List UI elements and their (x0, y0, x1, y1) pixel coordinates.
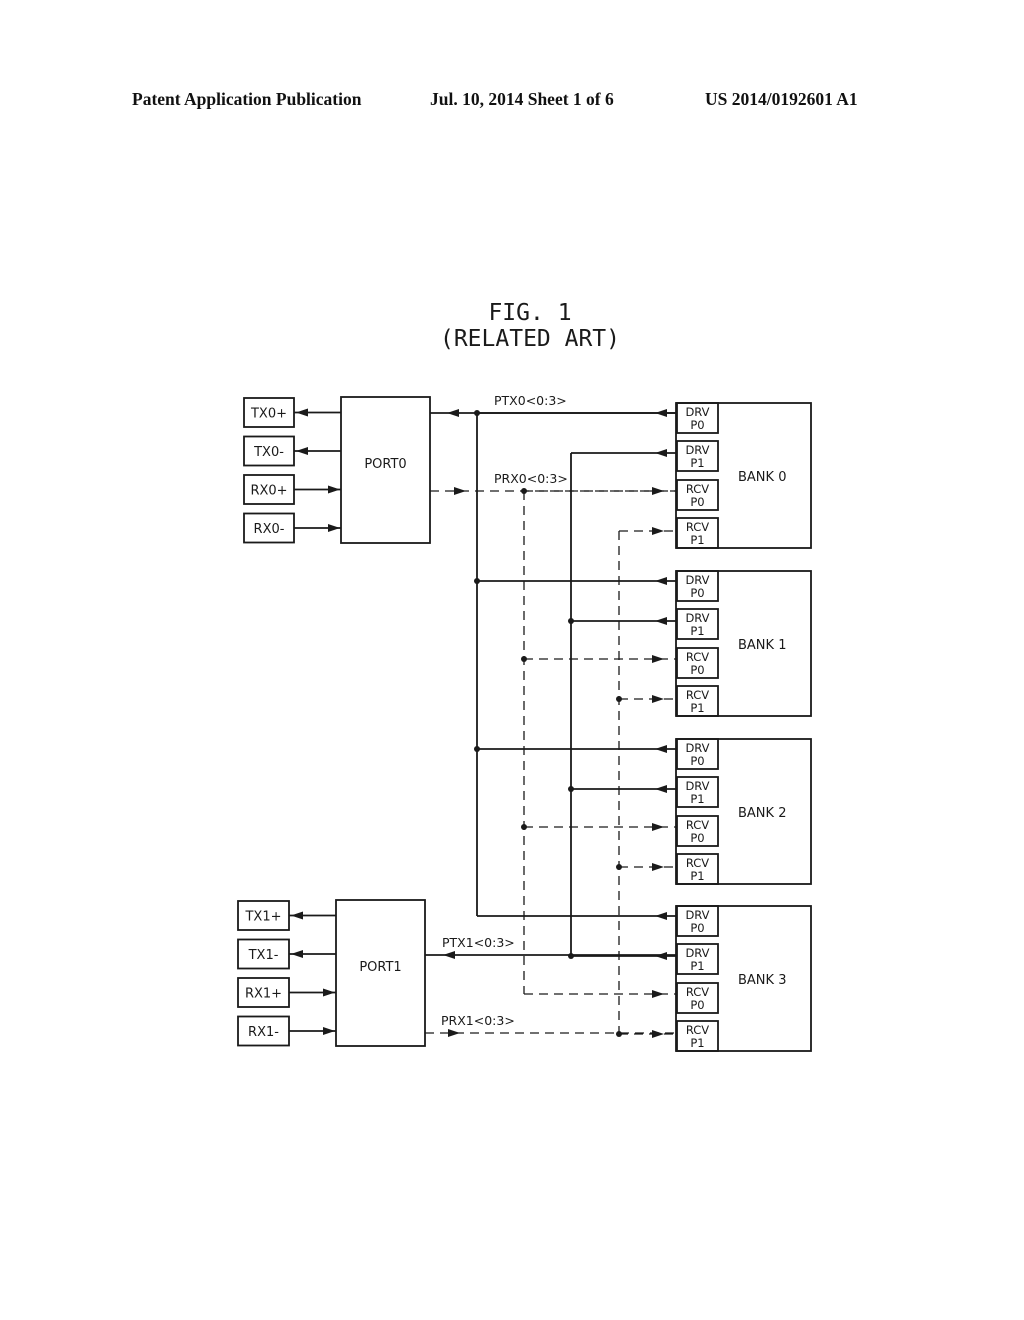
bank1-unit-type-1: DRV (685, 611, 709, 625)
bank0-unit-type-3: RCV (686, 520, 709, 534)
port1-label: PORT1 (359, 960, 401, 975)
bank2-unit-port-1: P1 (690, 792, 704, 806)
bank3-label: BANK 3 (738, 973, 786, 988)
bank2-unit-arrow-1 (655, 785, 667, 793)
bank3-unit-port-0: P0 (690, 921, 704, 935)
port1-pin-label-1: TX1- (248, 948, 279, 963)
bank0-unit-type-0: DRV (685, 405, 709, 419)
bank0-label: BANK 0 (738, 470, 786, 485)
port0-tx-pin-arrow-1 (296, 447, 308, 455)
bank2-unit-port-2: P0 (690, 831, 704, 845)
bank1-unit-type-3: RCV (686, 688, 709, 702)
bank2-unit-type-3: RCV (686, 856, 709, 870)
bank3-unit-port-3: P1 (690, 1036, 704, 1050)
bank1-unit-arrow-1 (655, 617, 667, 625)
port0-pin-label-3: RX0- (254, 522, 285, 537)
bank1-unit-type-0: DRV (685, 573, 709, 587)
bank1-unit-port-2: P0 (690, 663, 704, 677)
bank3-unit-arrow-2 (652, 990, 664, 998)
bank3-unit-type-1: DRV (685, 946, 709, 960)
bank1-label: BANK 1 (738, 638, 786, 653)
port1-tx-bus-label: PTX1<0:3> (442, 935, 515, 950)
bank2-unit-port-0: P0 (690, 754, 704, 768)
bank3-unit-port-1: P1 (690, 959, 704, 973)
port0-pin-label-2: RX0+ (250, 484, 287, 499)
bank0-unit-type-2: RCV (686, 482, 709, 496)
bank1-unit-port-3: P1 (690, 701, 704, 715)
bank3-unit-port-2: P0 (690, 998, 704, 1012)
bank0-unit-port-0: P0 (690, 418, 704, 432)
port1-tx-pin-arrow-0 (291, 911, 303, 920)
bank2-unit-type-0: DRV (685, 741, 709, 755)
port1-rx-bus-label: PRX1<0:3> (441, 1013, 515, 1028)
bank1-unit-port-0: P0 (690, 586, 704, 600)
bank0-unit-type-1: DRV (685, 443, 709, 457)
bank1-unit-type-2: RCV (686, 650, 709, 664)
port0-rx-pin-arrow-3 (328, 524, 340, 532)
bank2-unit-arrow-0 (655, 745, 667, 753)
bank1-unit-arrow-0 (655, 577, 667, 585)
figure-title: FIG. 1 (488, 300, 571, 326)
port1-pin-label-0: TX1+ (244, 910, 281, 925)
bank3-unit-arrow-1 (655, 952, 667, 960)
port0-tx-pin-arrow-0 (296, 408, 308, 417)
port0-rx-pin-arrow-2 (328, 485, 340, 494)
bank0-unit-port-3: P1 (690, 533, 704, 547)
port1-pin-label-3: RX1- (248, 1025, 279, 1040)
port0-label: PORT0 (364, 457, 406, 472)
port0-pin-label-0: TX0+ (250, 407, 287, 422)
bank2-unit-port-3: P1 (690, 869, 704, 883)
bank0-unit-arrow-1 (655, 449, 667, 457)
bank3-unit-arrow-3 (652, 1030, 664, 1038)
bank0-unit-port-2: P0 (690, 495, 704, 509)
port0-rx-bus-label: PRX0<0:3> (494, 471, 568, 486)
figure-subtitle: (RELATED ART) (440, 326, 620, 352)
bank0-unit-port-1: P1 (690, 456, 704, 470)
bank1-unit-arrow-2 (652, 655, 664, 663)
bank2-unit-type-2: RCV (686, 818, 709, 832)
block-diagram: FIG. 1 (RELATED ART) PORT0 TX0+ TX0- RX0+ RX… (237, 300, 812, 1052)
bank3-unit-type-0: DRV (685, 908, 709, 922)
bank3-unit-type-3: RCV (686, 1023, 709, 1037)
bank2-label: BANK 2 (738, 806, 786, 821)
bank3-unit-type-2: RCV (686, 985, 709, 999)
bank1-unit-arrow-3 (652, 695, 664, 703)
port1-pin-label-2: RX1+ (245, 987, 282, 1002)
bank0-unit-arrow-3 (652, 527, 664, 535)
bank2-unit-arrow-3 (652, 863, 664, 871)
port1-rx-pin-arrow-2 (323, 988, 335, 997)
port1-tx-pin-arrow-1 (291, 950, 303, 958)
bank2-unit-arrow-2 (652, 823, 664, 831)
port0-tx-bus-label: PTX0<0:3> (494, 393, 567, 408)
bank1-unit-port-1: P1 (690, 624, 704, 638)
bank3-unit-arrow-0 (655, 912, 667, 920)
port0-pin-label-1: TX0- (253, 445, 284, 460)
port1-rx-pin-arrow-3 (323, 1027, 335, 1035)
bank2-unit-type-1: DRV (685, 779, 709, 793)
